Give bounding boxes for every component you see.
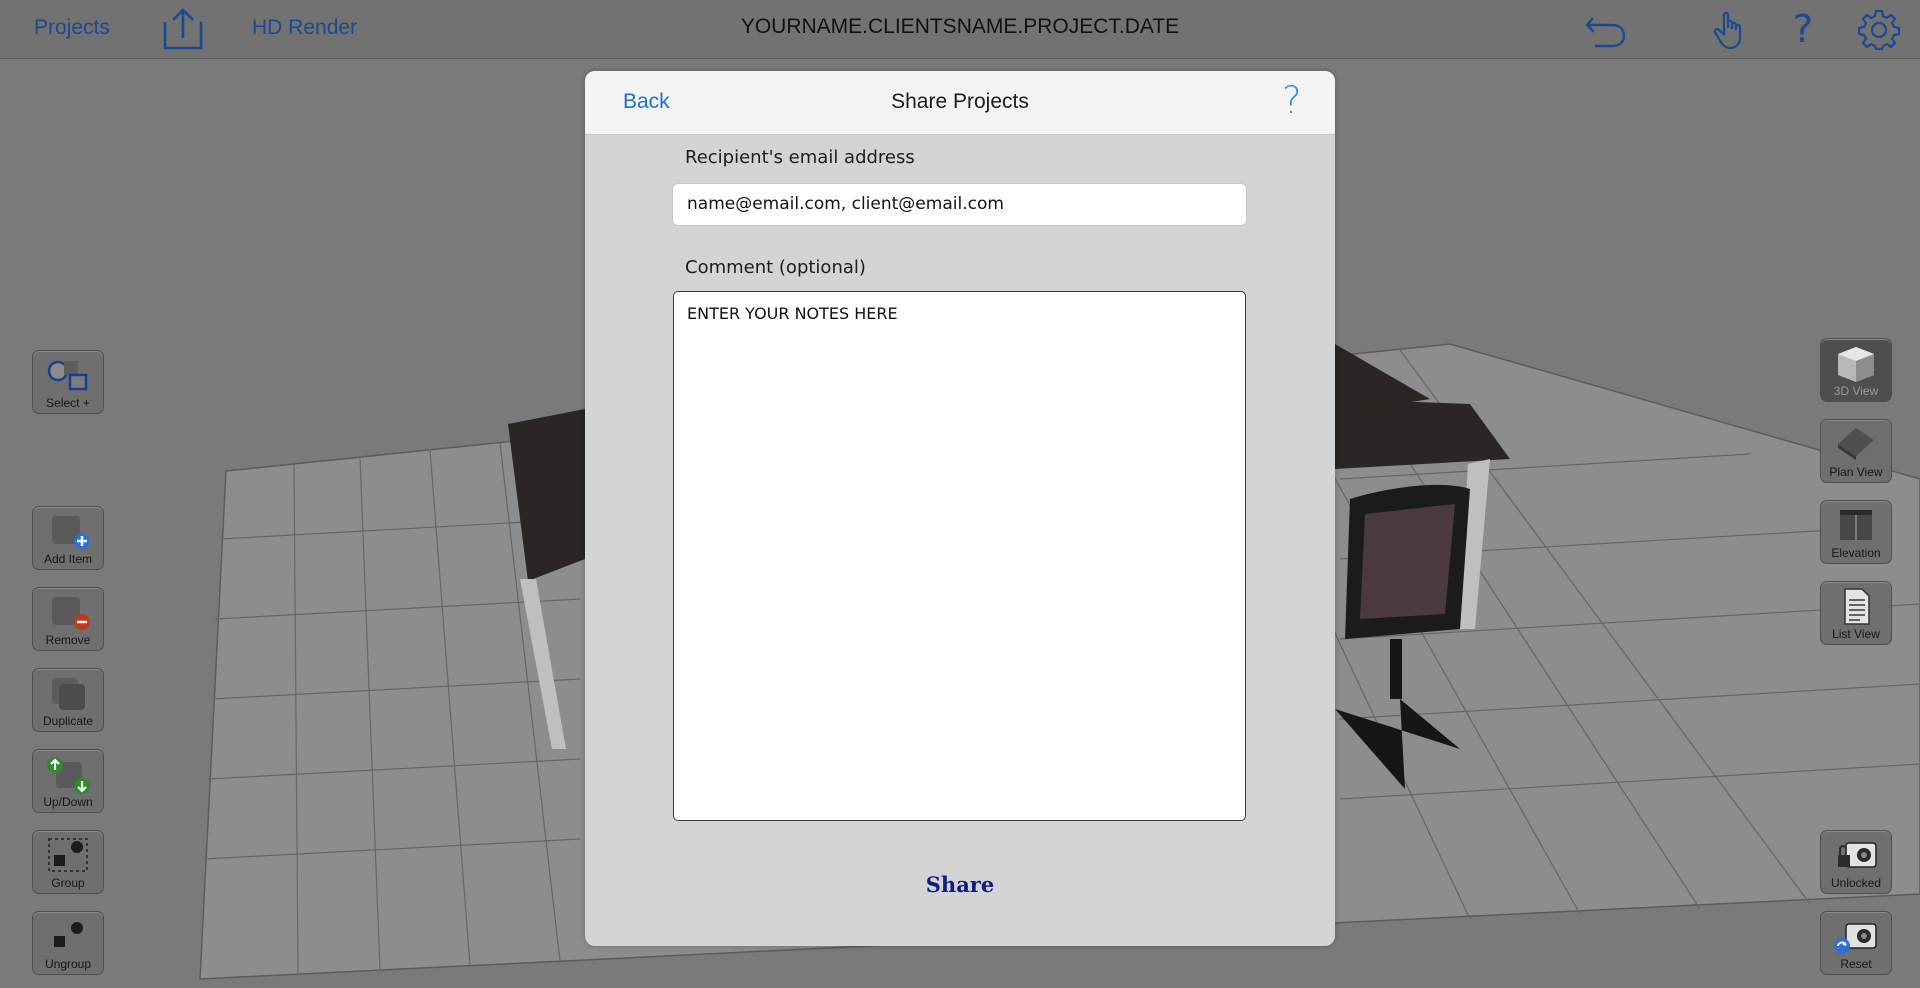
group-button[interactable]: Group: [32, 830, 104, 894]
list-view-label: List View: [1832, 627, 1880, 641]
ungroup-icon: [44, 918, 92, 956]
elevation-button[interactable]: Elevation: [1820, 500, 1892, 564]
camera-reset-icon: [1832, 918, 1880, 956]
camera-unlocked-icon: [1832, 837, 1880, 875]
select-shapes-icon: [44, 357, 92, 395]
plan-view-label: Plan View: [1829, 465, 1883, 479]
touch-hand-icon[interactable]: [1710, 8, 1752, 50]
help-icon[interactable]: ?: [1782, 8, 1824, 50]
share-projects-dialog: Back Share Projects ? Recipient's email …: [585, 71, 1335, 946]
duplicate-button[interactable]: Duplicate: [32, 668, 104, 732]
undo-icon[interactable]: [1585, 8, 1627, 50]
document-icon: [1832, 588, 1880, 626]
select-plus-button[interactable]: Select +: [32, 350, 104, 414]
up-down-button[interactable]: Up/Down: [32, 749, 104, 813]
up-down-icon: [44, 756, 92, 794]
hd-render-link[interactable]: HD Render: [252, 16, 357, 40]
unlocked-label: Unlocked: [1830, 876, 1882, 890]
3d-view-button[interactable]: 3D View: [1820, 338, 1892, 402]
email-field[interactable]: name@email.com, client@email.com: [672, 183, 1247, 226]
reset-button[interactable]: Reset: [1820, 911, 1892, 975]
add-item-label: Add Item: [43, 552, 93, 566]
ungroup-label: Ungroup: [44, 957, 92, 971]
3d-view-label: 3D View: [1833, 384, 1879, 398]
reset-label: Reset: [1840, 957, 1872, 971]
comment-textarea[interactable]: ENTER YOUR NOTES HERE: [673, 291, 1246, 821]
plan-view-button[interactable]: Plan View: [1820, 419, 1892, 483]
duplicate-label: Duplicate: [42, 714, 94, 728]
email-label: Recipient's email address: [685, 147, 915, 168]
ungroup-button[interactable]: Ungroup: [32, 911, 104, 975]
top-toolbar: Projects HD Render YOURNAME.CLIENTSNAME.…: [0, 0, 1920, 59]
elevation-label: Elevation: [1831, 546, 1881, 560]
add-item-icon: [44, 513, 92, 551]
duplicate-icon: [44, 675, 92, 713]
plan-icon: [1832, 426, 1880, 464]
elevation-icon: [1832, 507, 1880, 545]
dialog-header: Back Share Projects ?: [585, 71, 1335, 135]
group-icon: [44, 837, 92, 875]
projects-link[interactable]: Projects: [34, 16, 110, 40]
select-plus-label: Select +: [46, 396, 90, 410]
dialog-title: Share Projects: [891, 90, 1029, 113]
share-button[interactable]: Share: [585, 872, 1335, 897]
remove-label: Remove: [45, 633, 91, 647]
remove-item-icon: [44, 594, 92, 632]
gear-icon[interactable]: [1857, 8, 1901, 51]
help-icon[interactable]: ?: [1282, 79, 1302, 123]
export-icon[interactable]: [162, 8, 204, 50]
cube-icon: [1832, 345, 1880, 383]
group-label: Group: [51, 876, 85, 890]
up-down-label: Up/Down: [43, 795, 93, 809]
remove-button[interactable]: Remove: [32, 587, 104, 651]
unlocked-button[interactable]: Unlocked: [1820, 830, 1892, 894]
add-item-button[interactable]: Add Item: [32, 506, 104, 570]
list-view-button[interactable]: List View: [1820, 581, 1892, 645]
comment-label: Comment (optional): [685, 257, 866, 278]
back-button[interactable]: Back: [623, 90, 670, 114]
